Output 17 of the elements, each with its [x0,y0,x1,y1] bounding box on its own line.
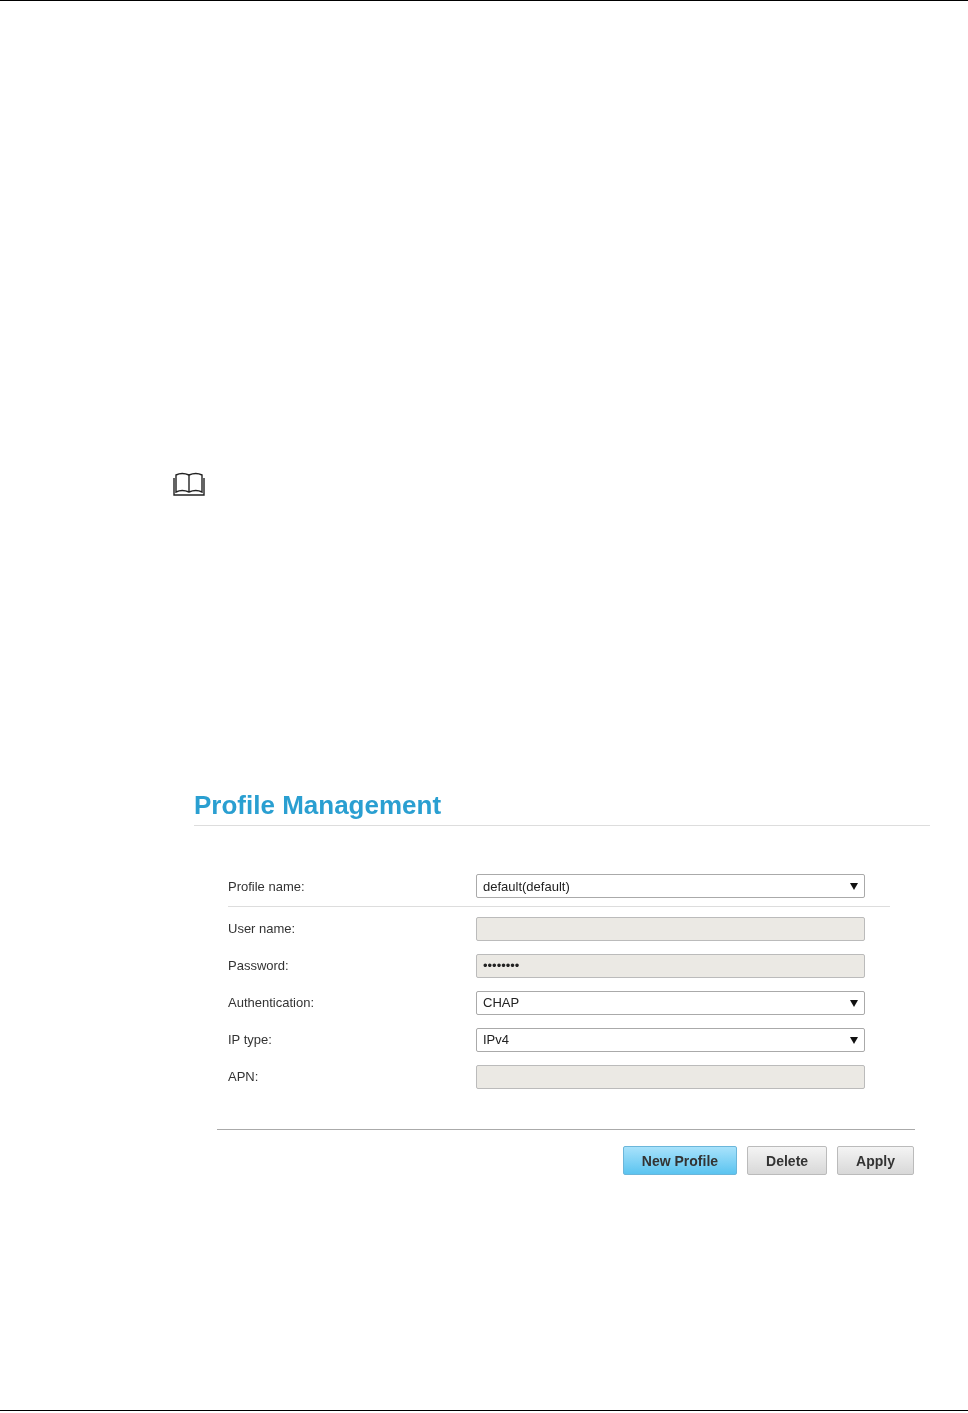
action-button[interactable]: Apply [837,1146,914,1175]
field-label: IP type: [228,1032,273,1047]
caret-icon [850,1035,858,1044]
caret-icon [850,882,858,890]
dropdown[interactable]: CHAP [476,990,865,1015]
action-button[interactable]: Delete [747,1146,828,1175]
field-label: User name: [228,921,297,936]
primary-button[interactable]: New Profile [622,1146,738,1175]
page-title: Profile Management [194,789,442,822]
field-label: Password: [228,958,290,973]
field-label: APN: [228,1069,260,1084]
dropdown[interactable]: default(default) [476,874,865,898]
book-icon [173,471,205,497]
dropdown[interactable]: IPv4 [476,1027,865,1052]
field-label: Profile name: [228,878,306,894]
field-label: Authentication: [228,995,315,1010]
caret-icon [850,998,858,1007]
